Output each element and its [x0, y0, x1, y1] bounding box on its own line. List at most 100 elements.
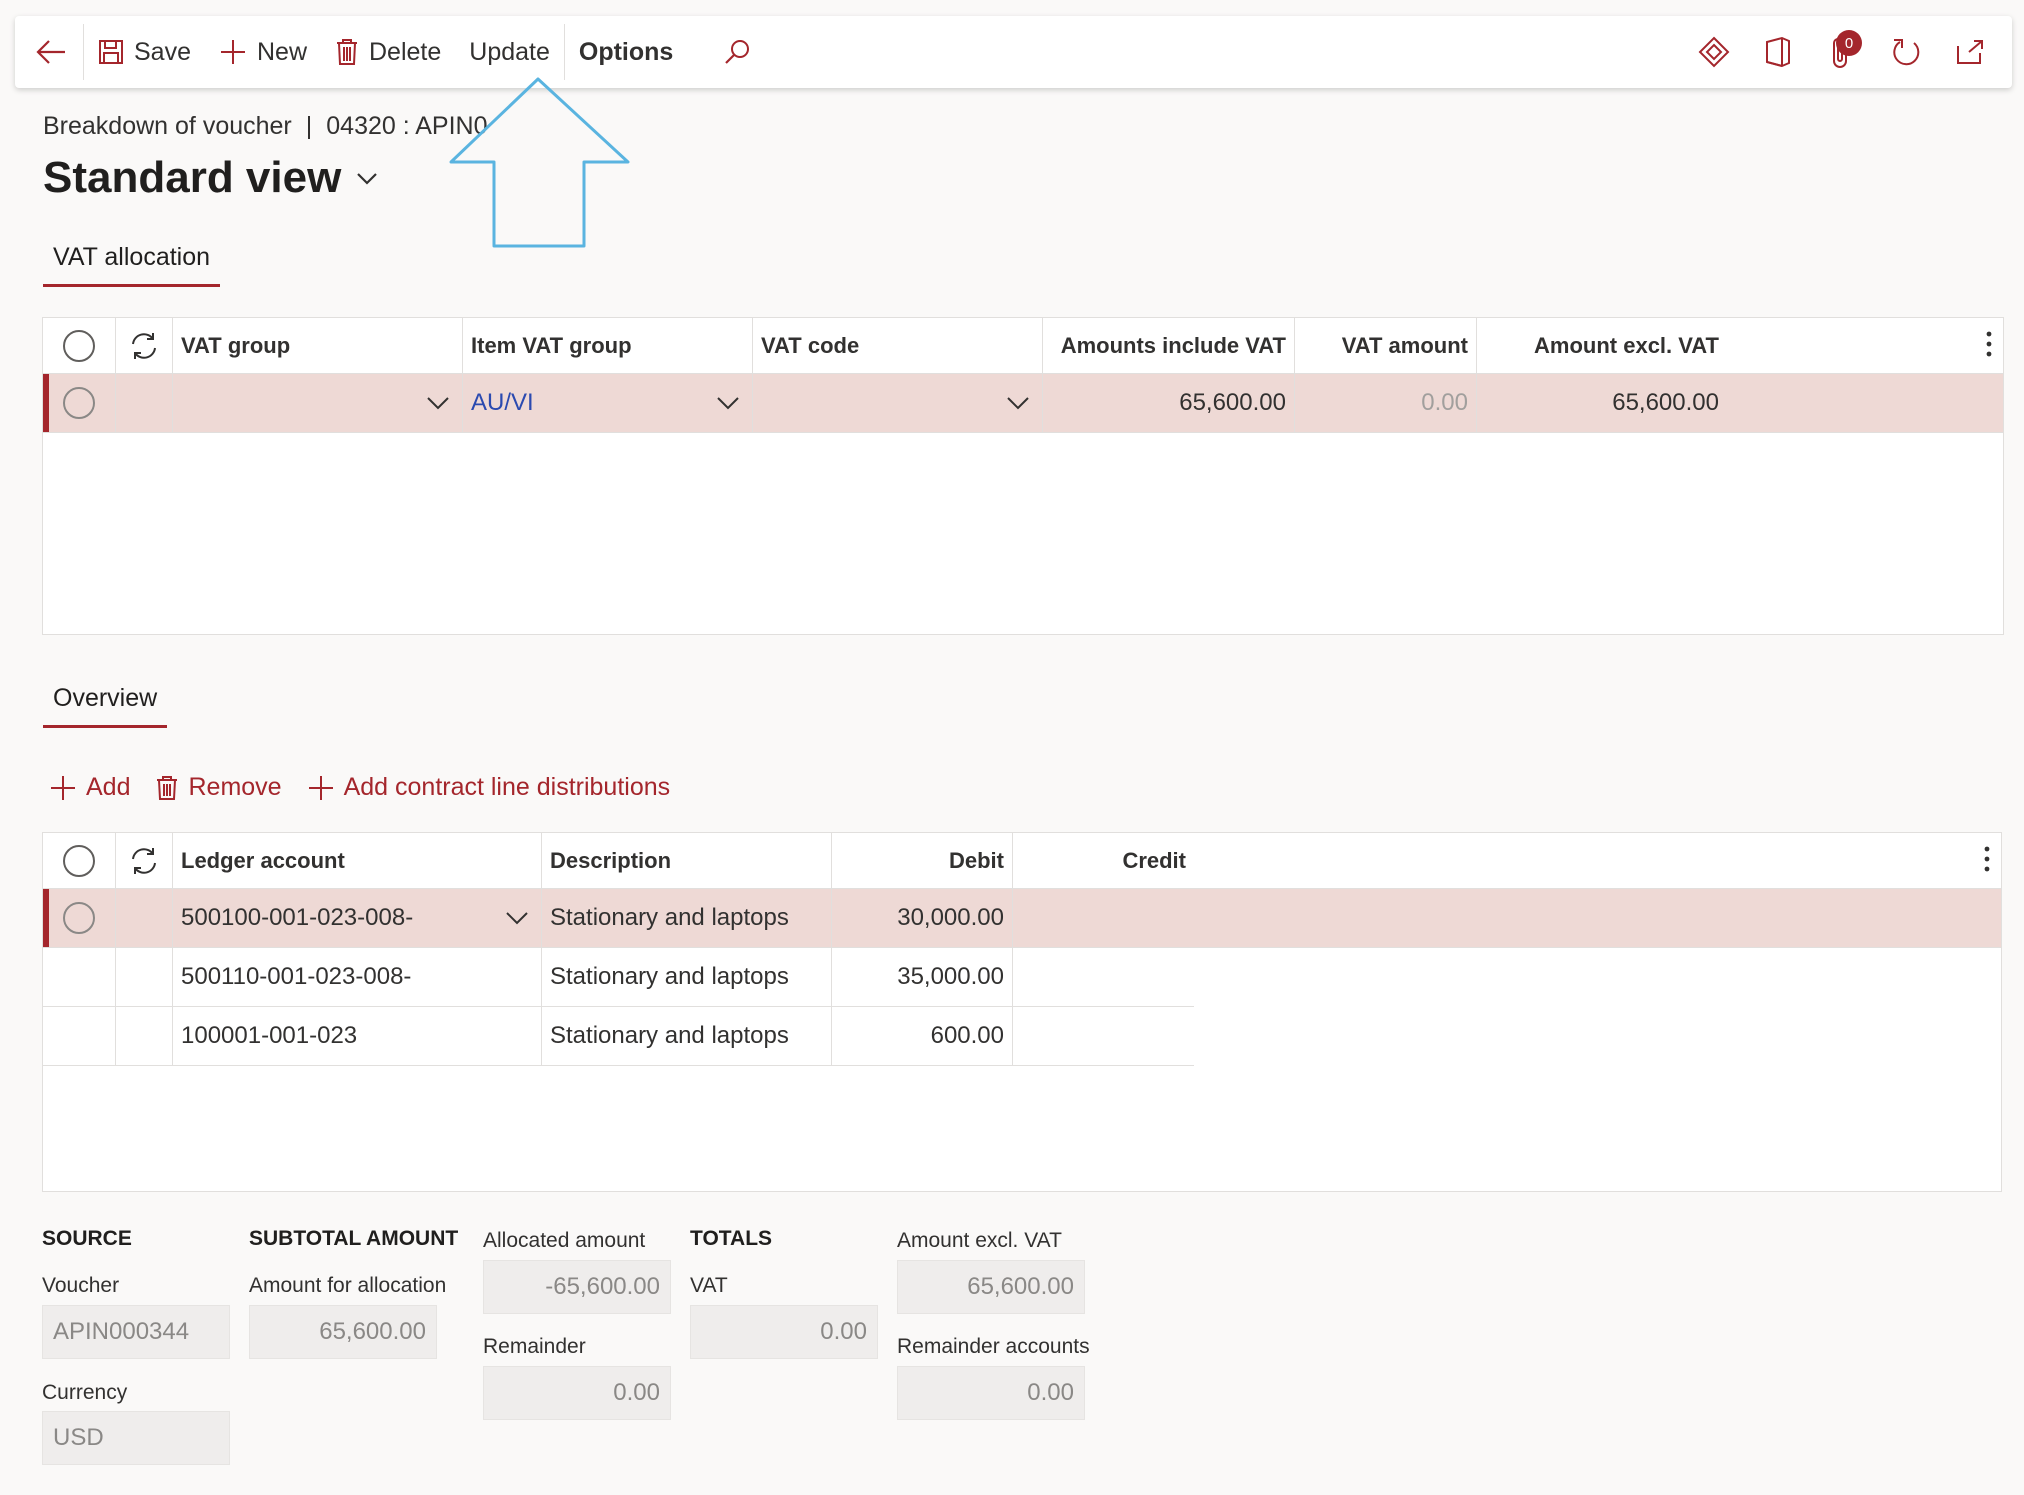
debit-value[interactable]: 30,000.00 — [832, 889, 1013, 947]
col-ledger-account[interactable]: Ledger account — [173, 833, 542, 888]
open-new-window-icon — [1955, 38, 1985, 66]
remainder-label: Remainder — [483, 1335, 586, 1358]
attachments-button[interactable]: 0 — [1820, 30, 1864, 74]
row-select-radio[interactable] — [63, 902, 95, 934]
row-select-radio-cell[interactable] — [43, 889, 116, 947]
refresh-grid-cell[interactable] — [116, 833, 173, 888]
col-description[interactable]: Description — [542, 833, 832, 888]
col-amount-excl-vat[interactable]: Amount excl. VAT — [1477, 318, 1727, 373]
col-vat-group[interactable]: VAT group — [173, 318, 463, 373]
table-row[interactable]: 500100-001-023-008- Stationary and lapto… — [43, 889, 2001, 948]
open-in-office-button[interactable] — [1756, 30, 1800, 74]
ledger-grid-header: Ledger account Description Debit Credit — [43, 833, 2001, 889]
description-value[interactable]: Stationary and laptops — [542, 1007, 832, 1065]
view-selector[interactable]: Standard view — [43, 153, 379, 203]
plus-icon — [50, 775, 76, 801]
row-spacer-cell — [116, 1007, 173, 1065]
row-select-radio-cell[interactable] — [43, 374, 116, 432]
select-all-radio[interactable] — [63, 844, 95, 877]
table-row[interactable]: 500110-001-023-008- Stationary and lapto… — [43, 948, 1194, 1007]
overview-action-bar: Add Remove Add contract line distributio… — [50, 773, 670, 802]
notification-badge: 0 — [1836, 30, 1862, 56]
ledger-grid: Ledger account Description Debit Credit … — [42, 832, 2002, 1192]
vat-code-select[interactable] — [753, 374, 1043, 432]
page-title: Standard view — [43, 153, 342, 202]
currency-field[interactable]: USD — [42, 1411, 230, 1465]
row-select-radio[interactable] — [63, 387, 95, 419]
col-debit[interactable]: Debit — [832, 833, 1013, 888]
remainder-accounts-field[interactable]: 0.00 — [897, 1366, 1085, 1420]
more-options-icon[interactable] — [1983, 845, 1991, 873]
save-button[interactable]: Save — [84, 16, 205, 88]
tab-overview[interactable]: Overview — [43, 684, 168, 728]
back-arrow-icon — [35, 38, 67, 66]
remainder-accounts-label: Remainder accounts — [897, 1335, 1090, 1358]
plus-icon — [219, 38, 247, 66]
vat-allocation-grid: VAT group Item VAT group VAT code Amount… — [42, 317, 2004, 635]
ledger-account-value[interactable]: 100001-001-023 — [173, 1007, 542, 1065]
ledger-account-select[interactable]: 500100-001-023-008- — [173, 889, 542, 947]
callout-arrow-icon — [448, 76, 634, 250]
refresh-grid-cell[interactable] — [116, 318, 173, 373]
more-options-icon[interactable] — [1985, 330, 1993, 358]
description-value[interactable]: Stationary and laptops — [542, 889, 832, 947]
allocated-amount-field[interactable]: -65,600.00 — [483, 1260, 671, 1314]
item-vat-group-value[interactable]: AU/VI — [471, 389, 534, 417]
debit-value[interactable]: 600.00 — [832, 1007, 1013, 1065]
credit-value[interactable] — [1013, 948, 1194, 1006]
refresh-icon — [129, 846, 159, 876]
amounts-include-vat-value[interactable]: 65,600.00 — [1043, 374, 1295, 432]
col-credit[interactable]: Credit — [1013, 833, 1194, 888]
voucher-label: Voucher — [42, 1274, 120, 1297]
trash-icon — [156, 775, 178, 801]
amount-excl-vat-field[interactable]: 65,600.00 — [897, 1260, 1085, 1314]
voucher-field[interactable]: APIN000344 — [42, 1305, 230, 1359]
new-label: New — [256, 37, 307, 66]
table-row[interactable]: AU/VI 65,600.00 0.00 65,600.00 — [43, 374, 2003, 433]
vat-grid-header: VAT group Item VAT group VAT code Amount… — [43, 318, 2003, 374]
power-apps-button[interactable] — [1692, 30, 1736, 74]
vat-field[interactable]: 0.00 — [690, 1305, 878, 1359]
chevron-down-icon[interactable] — [716, 396, 740, 410]
amount-excl-vat-label: Amount excl. VAT — [897, 1229, 1062, 1252]
item-vat-group-select[interactable]: AU/VI — [463, 374, 753, 432]
breadcrumb: Breakdown of voucher | 04320 : APIN0 — [43, 112, 488, 141]
add-contract-line-distributions-button[interactable]: Add contract line distributions — [308, 773, 670, 802]
row-select-cell[interactable] — [43, 1007, 116, 1065]
tab-vat-allocation[interactable]: VAT allocation — [43, 243, 221, 287]
remove-button[interactable]: Remove — [156, 773, 282, 802]
ledger-account-value[interactable]: 500110-001-023-008- — [173, 948, 542, 1006]
amount-for-allocation-field[interactable]: 65,600.00 — [249, 1305, 437, 1359]
back-button[interactable] — [15, 16, 83, 88]
col-amounts-include-vat[interactable]: Amounts include VAT — [1043, 318, 1295, 373]
debit-value[interactable]: 35,000.00 — [832, 948, 1013, 1006]
refresh-button[interactable] — [1884, 30, 1928, 74]
add-button[interactable]: Add — [50, 773, 130, 802]
amount-for-allocation-label: Amount for allocation — [249, 1274, 447, 1297]
chevron-down-icon[interactable] — [426, 396, 450, 410]
description-value[interactable]: Stationary and laptops — [542, 948, 832, 1006]
search-button[interactable] — [687, 16, 765, 88]
add-label: Add — [86, 773, 131, 801]
table-row[interactable]: 100001-001-023 Stationary and laptops 60… — [43, 1007, 1194, 1066]
col-vat-code[interactable]: VAT code — [753, 318, 1043, 373]
col-item-vat-group[interactable]: Item VAT group — [463, 318, 753, 373]
office-icon — [1764, 36, 1792, 68]
chevron-down-icon[interactable] — [1006, 396, 1030, 410]
col-vat-amount[interactable]: VAT amount — [1295, 318, 1477, 373]
credit-value[interactable] — [1013, 1007, 1194, 1065]
credit-value[interactable] — [1013, 889, 1194, 947]
vat-amount-value: 0.00 — [1295, 374, 1477, 432]
remainder-field[interactable]: 0.00 — [483, 1366, 671, 1420]
select-all-radio-cell[interactable] — [43, 318, 116, 373]
new-button[interactable]: New — [205, 16, 321, 88]
vat-group-select[interactable] — [173, 374, 463, 432]
row-select-cell[interactable] — [43, 948, 116, 1006]
chevron-down-icon[interactable] — [505, 911, 529, 925]
save-label: Save — [134, 37, 191, 66]
delete-button[interactable]: Delete — [321, 16, 455, 88]
select-all-radio[interactable] — [63, 329, 95, 362]
allocated-amount-label: Allocated amount — [483, 1229, 646, 1252]
open-new-window-button[interactable] — [1948, 30, 1992, 74]
select-all-radio-cell[interactable] — [43, 833, 116, 888]
